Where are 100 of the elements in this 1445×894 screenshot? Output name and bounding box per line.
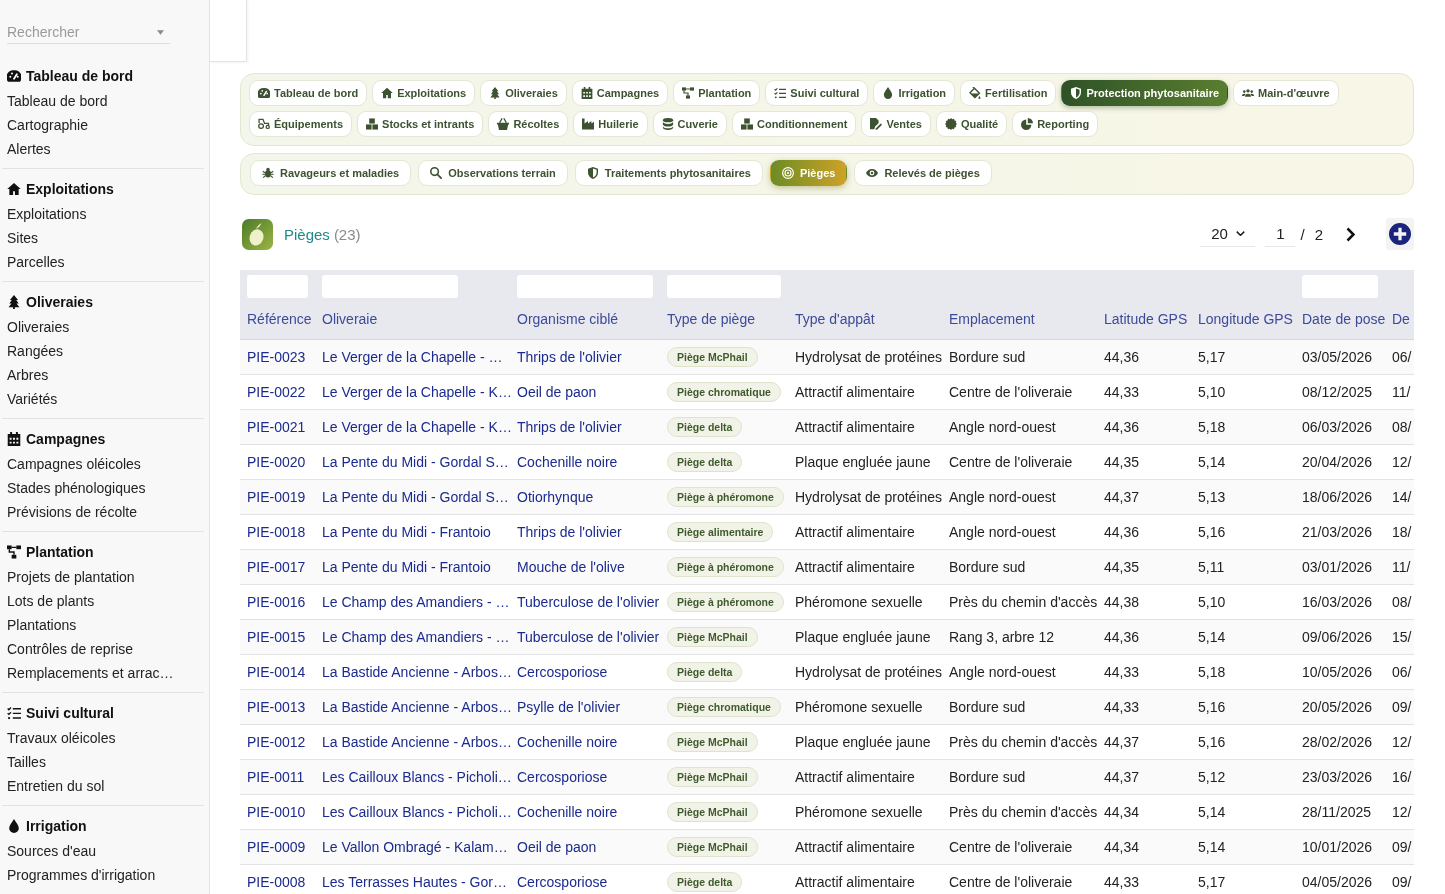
table-link[interactable]: Cercosporiose xyxy=(517,873,608,890)
menu-item[interactable]: Sources d'eau xyxy=(2,839,204,863)
menu-item[interactable]: Oliveraies xyxy=(2,315,204,339)
column-header[interactable]: Longitude GPS xyxy=(1191,297,1295,340)
table-link[interactable]: PIE-0022 xyxy=(247,383,306,400)
menu-item[interactable]: Arbres xyxy=(2,363,204,387)
table-link[interactable]: Le Verger de la Chapelle - K… xyxy=(322,383,512,400)
table-link[interactable]: La Bastide Ancienne - Arbos… xyxy=(322,663,512,680)
table-link[interactable]: La Pente du Midi - Frantoio xyxy=(322,523,491,540)
table-link[interactable]: La Bastide Ancienne - Arbos… xyxy=(322,698,512,715)
menu-item[interactable]: Variétés xyxy=(2,387,204,411)
table-link[interactable]: Cercosporiose xyxy=(517,663,608,680)
module-tab[interactable]: Exploitations xyxy=(372,80,476,106)
table-link[interactable]: Cochenille noire xyxy=(517,733,618,750)
module-tab[interactable]: Fertilisation xyxy=(960,80,1057,106)
module-tab[interactable]: Oliveraies xyxy=(480,80,567,106)
table-link[interactable]: Les Terrasses Hautes - Gor… xyxy=(322,873,507,890)
module-tab[interactable]: Récoltes xyxy=(488,111,569,137)
table-link[interactable]: Cochenille noire xyxy=(517,803,618,820)
table-link[interactable]: La Bastide Ancienne - Arbos… xyxy=(322,733,512,750)
column-header[interactable]: Organisme ciblé xyxy=(510,297,660,340)
menu-item[interactable]: Campagnes oléicoles xyxy=(2,452,204,476)
table-link[interactable]: PIE-0012 xyxy=(247,733,306,750)
module-tab[interactable]: Campagnes xyxy=(571,80,669,106)
menu-item[interactable]: Rangées xyxy=(2,339,204,363)
next-page-button[interactable] xyxy=(1345,225,1356,243)
table-link[interactable]: Mouche de l'olive xyxy=(517,558,625,575)
menu-item[interactable]: Remplacements et arrac… xyxy=(2,661,204,685)
menu-item[interactable]: Stades phénologiques xyxy=(2,476,204,500)
module-tab[interactable]: Irrigation xyxy=(873,80,956,106)
table-link[interactable]: Le Champ des Amandiers - … xyxy=(322,593,510,610)
search-field[interactable]: Rechercher xyxy=(7,21,170,44)
table-link[interactable]: Cochenille noire xyxy=(517,453,618,470)
table-link[interactable]: Oeil de paon xyxy=(517,383,597,400)
module-tab[interactable]: Stocks et intrants xyxy=(357,111,484,137)
menu-item[interactable]: Entretien du sol xyxy=(2,774,204,798)
table-link[interactable]: Le Verger de la Chapelle - … xyxy=(322,348,503,365)
table-link[interactable]: Thrips de l'olivier xyxy=(517,523,622,540)
table-link[interactable]: Le Vallon Ombragé - Kalam… xyxy=(322,838,508,855)
sub-tab[interactable]: Relevés de pièges xyxy=(854,160,992,186)
table-link[interactable]: Le Verger de la Chapelle - K… xyxy=(322,418,512,435)
table-link[interactable]: PIE-0015 xyxy=(247,628,306,645)
menu-item[interactable]: Tableau de bord xyxy=(2,89,204,113)
menu-item[interactable]: Exploitations xyxy=(2,202,204,226)
module-tab[interactable]: Huilerie xyxy=(573,111,648,137)
menu-item[interactable]: Parcelles xyxy=(2,250,204,274)
table-link[interactable]: Otiorhynque xyxy=(517,488,594,505)
sub-tab[interactable]: Traitements phytosanitaires xyxy=(574,160,763,186)
table-link[interactable]: PIE-0008 xyxy=(247,873,306,890)
table-link[interactable]: Thrips de l'olivier xyxy=(517,348,622,365)
table-link[interactable]: PIE-0014 xyxy=(247,663,306,680)
menu-item[interactable]: Prévisions de récolte xyxy=(2,500,204,524)
menu-item[interactable]: Contrôles de reprise xyxy=(2,637,204,661)
menu-item[interactable]: Lots de plants xyxy=(2,589,204,613)
module-tab[interactable]: Protection phytosanitaire xyxy=(1061,80,1229,106)
module-tab[interactable]: Plantation xyxy=(673,80,761,106)
module-tab[interactable]: Reporting xyxy=(1012,111,1099,137)
column-header[interactable]: Latitude GPS xyxy=(1097,297,1191,340)
table-link[interactable]: PIE-0010 xyxy=(247,803,306,820)
column-header[interactable]: Oliveraie xyxy=(315,297,510,340)
menu-item[interactable]: Programmes d'irrigation xyxy=(2,863,204,887)
module-tab[interactable]: Main-d'œuvre xyxy=(1233,80,1339,106)
module-tab[interactable]: Conditionnement xyxy=(731,111,857,137)
menu-item[interactable]: Plantations xyxy=(2,613,204,637)
table-link[interactable]: Thrips de l'olivier xyxy=(517,418,622,435)
menu-item[interactable]: Tailles xyxy=(2,750,204,774)
table-link[interactable]: Les Cailloux Blancs - Picholi… xyxy=(322,768,512,785)
menu-item[interactable]: Projets de plantation xyxy=(2,565,204,589)
menu-item[interactable]: Alertes xyxy=(2,137,204,161)
table-link[interactable]: La Pente du Midi - Frantoio xyxy=(322,558,491,575)
module-tab[interactable]: Suivi cultural xyxy=(765,80,869,106)
sub-tab[interactable]: Ravageurs et maladies xyxy=(250,160,412,186)
column-header[interactable]: Référence xyxy=(240,297,315,340)
table-link[interactable]: PIE-0020 xyxy=(247,453,306,470)
module-tab[interactable]: Qualité xyxy=(935,111,1008,137)
page-size-select[interactable]: 20 xyxy=(1200,221,1256,248)
add-button[interactable] xyxy=(1386,218,1414,251)
column-header[interactable]: Emplacement xyxy=(942,297,1097,340)
module-tab[interactable]: Ventes xyxy=(861,111,931,137)
table-link[interactable]: PIE-0016 xyxy=(247,593,306,610)
table-link[interactable]: PIE-0019 xyxy=(247,488,306,505)
table-link[interactable]: Cercosporiose xyxy=(517,768,608,785)
table-link[interactable]: PIE-0013 xyxy=(247,698,306,715)
table-link[interactable]: Psylle de l'olivier xyxy=(517,698,621,715)
page-input[interactable]: 1 xyxy=(1265,221,1296,248)
table-link[interactable]: PIE-0011 xyxy=(247,768,305,785)
table-link[interactable]: PIE-0021 xyxy=(247,418,306,435)
table-link[interactable]: Les Cailloux Blancs - Picholi… xyxy=(322,803,512,820)
module-tab[interactable]: Tableau de bord xyxy=(249,80,368,106)
table-link[interactable]: PIE-0023 xyxy=(247,348,306,365)
table-link[interactable]: Tuberculose de l'olivier xyxy=(517,593,660,610)
table-link[interactable]: PIE-0018 xyxy=(247,523,306,540)
menu-item[interactable]: Cartographie xyxy=(2,113,204,137)
table-link[interactable]: PIE-0009 xyxy=(247,838,306,855)
table-link[interactable]: Le Champ des Amandiers - … xyxy=(322,628,510,645)
column-header[interactable]: Date de pose xyxy=(1295,297,1385,340)
column-header[interactable]: De xyxy=(1385,297,1414,340)
column-header[interactable]: Type d'appât xyxy=(788,297,942,340)
column-header[interactable]: Type de piège xyxy=(660,297,788,340)
table-link[interactable]: Oeil de paon xyxy=(517,838,597,855)
